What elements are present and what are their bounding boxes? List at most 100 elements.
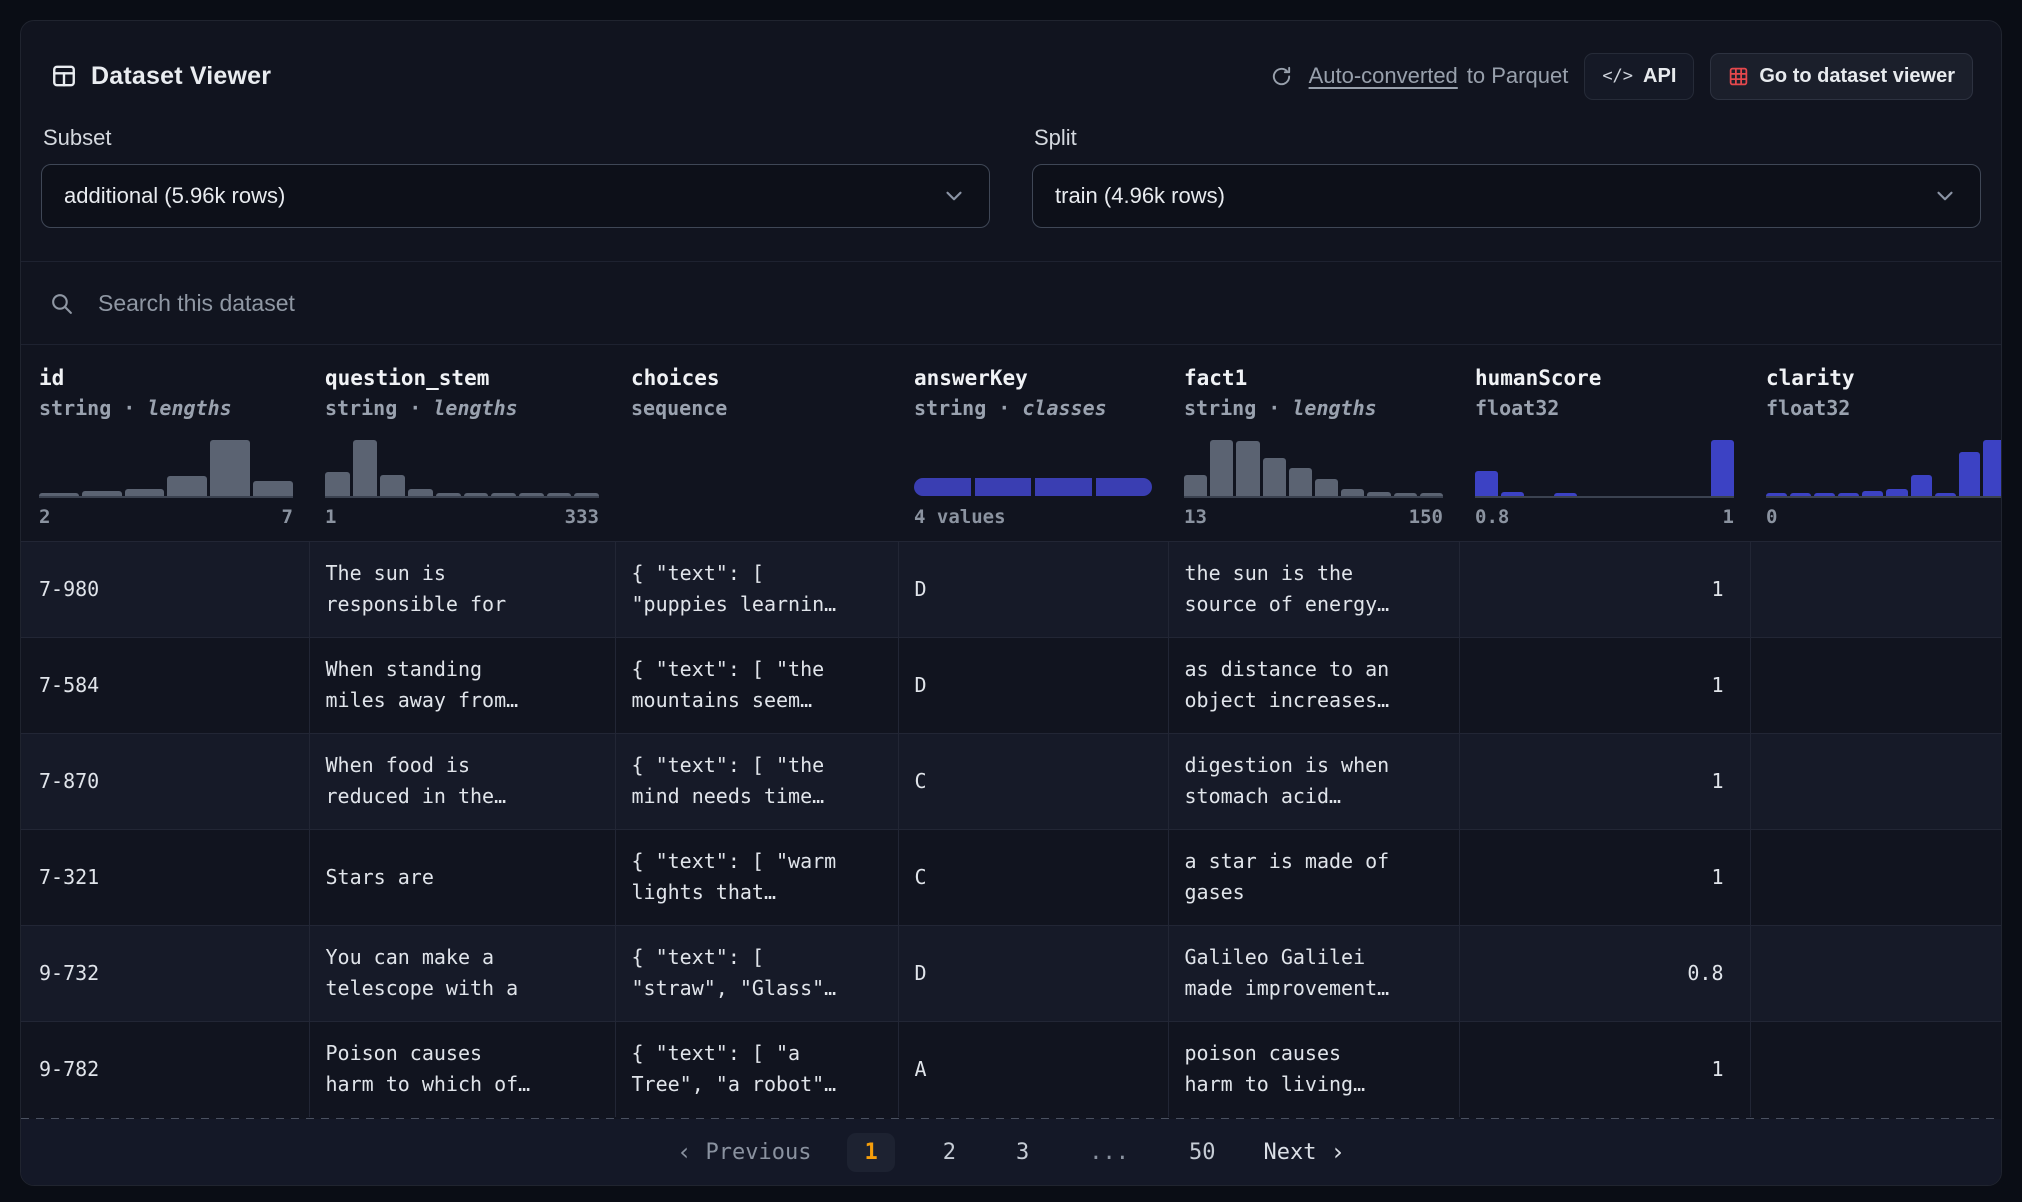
histogram-min-max-labels: 1 333 — [325, 505, 599, 529]
cell-question_stem: Poison causes harm to which of… — [309, 1021, 615, 1117]
cell-fact1: Galileo Galilei made improvement… — [1168, 925, 1459, 1021]
table-row: 7-321Stars are{ "text": [ "warm lights t… — [21, 829, 2001, 925]
histogram-min-max-labels: 0 — [1766, 505, 2001, 529]
cell-answerKey: D — [898, 637, 1168, 733]
histogram-bar — [1263, 458, 1286, 496]
cell-question_stem: Stars are — [309, 829, 615, 925]
column-type: string · classes — [914, 394, 1152, 423]
histogram-max-label: 1 — [1723, 505, 1734, 529]
cell-id: 9-782 — [21, 1021, 309, 1117]
cell-answerKey: D — [898, 925, 1168, 1021]
split-selected-value: train (4.96k rows) — [1055, 183, 1225, 209]
code-icon: </> — [1602, 66, 1633, 86]
subset-select[interactable]: additional (5.96k rows) — [41, 164, 990, 228]
column-type: sequence — [631, 394, 882, 423]
page-button-50[interactable]: 50 — [1177, 1133, 1228, 1172]
histogram-bar — [380, 475, 405, 496]
cell-humanScore: 1 — [1459, 733, 1750, 829]
histogram-bar — [1935, 493, 1956, 496]
cell-id: 7-870 — [21, 733, 309, 829]
subset-label: Subset — [41, 125, 990, 151]
search-bar — [21, 262, 2001, 344]
histogram-bar — [464, 493, 489, 496]
histogram-min-label: 0.8 — [1475, 505, 1509, 529]
cell-answerKey: C — [898, 829, 1168, 925]
cell-humanScore: 1 — [1459, 637, 1750, 733]
search-input[interactable] — [98, 290, 1973, 317]
histogram-bar — [1367, 492, 1390, 496]
histogram-min-max-labels: 4 values — [914, 505, 1152, 529]
histogram-max-label: 7 — [282, 505, 293, 529]
next-button[interactable]: Next › — [1263, 1138, 1344, 1166]
column-header-id: idstring · lengths27 — [21, 345, 309, 541]
sync-icon — [1270, 65, 1293, 88]
search-icon — [49, 291, 74, 316]
cell-answerKey: A — [898, 1021, 1168, 1117]
histogram-bar — [82, 491, 122, 496]
histogram-bar — [1886, 489, 1907, 496]
table-grid-icon — [51, 63, 77, 89]
auto-converted-link[interactable]: Auto-converted — [1309, 63, 1458, 89]
cell-fact1: a star is made of gases — [1168, 829, 1459, 925]
column-header-answerKey: answerKeystring · classes4 values — [898, 345, 1168, 541]
table-row: 9-732You can make a telescope with a{ "t… — [21, 925, 2001, 1021]
chevron-left-icon: ‹ — [677, 1138, 691, 1166]
column-type: string · lengths — [39, 394, 293, 423]
histogram-bar — [1983, 440, 2001, 496]
column-name: question_stem — [325, 365, 599, 392]
cell-choices: { "text": [ "warm lights that… — [615, 829, 898, 925]
page-title: Dataset Viewer — [91, 62, 271, 91]
chevron-down-icon — [941, 183, 967, 209]
histogram-bar — [325, 472, 350, 496]
column-header-choices: choicessequence — [615, 345, 898, 541]
histogram-bar — [1184, 475, 1207, 496]
histogram-baseline — [914, 496, 1152, 498]
column-name: clarity — [1766, 365, 2001, 392]
page-button-3[interactable]: 3 — [1004, 1133, 1041, 1172]
chevron-right-icon: › — [1330, 1138, 1344, 1166]
histogram-bar — [1838, 493, 1859, 496]
class-segment — [914, 478, 971, 496]
histogram-bar — [39, 493, 79, 496]
previous-button[interactable]: ‹ Previous — [677, 1138, 811, 1166]
page-button-2[interactable]: 2 — [931, 1133, 968, 1172]
histogram-bar — [167, 476, 207, 496]
histogram-bar — [1911, 475, 1932, 496]
histogram-question_stem — [325, 440, 599, 496]
histogram-bar — [1554, 493, 1577, 496]
histogram-bar — [1315, 479, 1338, 496]
next-label: Next — [1263, 1140, 1316, 1165]
table-row: 7-980The sun is responsible for{ "text":… — [21, 541, 2001, 637]
api-button[interactable]: </> API — [1584, 53, 1694, 100]
page-button-1[interactable]: 1 — [847, 1133, 894, 1172]
histogram-min-max-labels: 0.81 — [1475, 505, 1734, 529]
histogram-min-label: 4 values — [914, 505, 1006, 529]
histogram-id — [39, 440, 293, 496]
histogram-bar — [210, 440, 250, 496]
column-type: float32 — [1766, 394, 2001, 423]
histogram-bar — [547, 493, 572, 496]
cell-id: 7-584 — [21, 637, 309, 733]
histogram-bar — [1766, 493, 1787, 496]
cell-question_stem: The sun is responsible for — [309, 541, 615, 637]
histogram-bar — [1501, 492, 1524, 496]
go-to-dataset-viewer-button[interactable]: Go to dataset viewer — [1710, 53, 1973, 100]
pagination: ‹ Previous 123...50 Next › — [21, 1119, 2001, 1185]
histogram-min-label: 1 — [325, 505, 336, 529]
previous-label: Previous — [706, 1140, 812, 1165]
card-header: Dataset Viewer Auto-converted to Parquet… — [21, 21, 2001, 121]
histogram-baseline — [1766, 496, 2001, 498]
histogram-bar — [1394, 493, 1417, 496]
histogram-bar — [353, 440, 378, 496]
histogram-max-label: 333 — [565, 505, 599, 529]
cell-humanScore: 1 — [1459, 541, 1750, 637]
split-select[interactable]: train (4.96k rows) — [1032, 164, 1981, 228]
histogram-bar — [1959, 452, 1980, 496]
table-row: 7-870When food is reduced in the…{ "text… — [21, 733, 2001, 829]
histogram-bar — [1862, 491, 1883, 496]
histogram-baseline — [631, 496, 882, 498]
histogram-bar — [491, 493, 516, 496]
cell-clarity: 1. — [1750, 1021, 2001, 1117]
cell-question_stem: You can make a telescope with a — [309, 925, 615, 1021]
histogram-bar — [1236, 441, 1259, 496]
